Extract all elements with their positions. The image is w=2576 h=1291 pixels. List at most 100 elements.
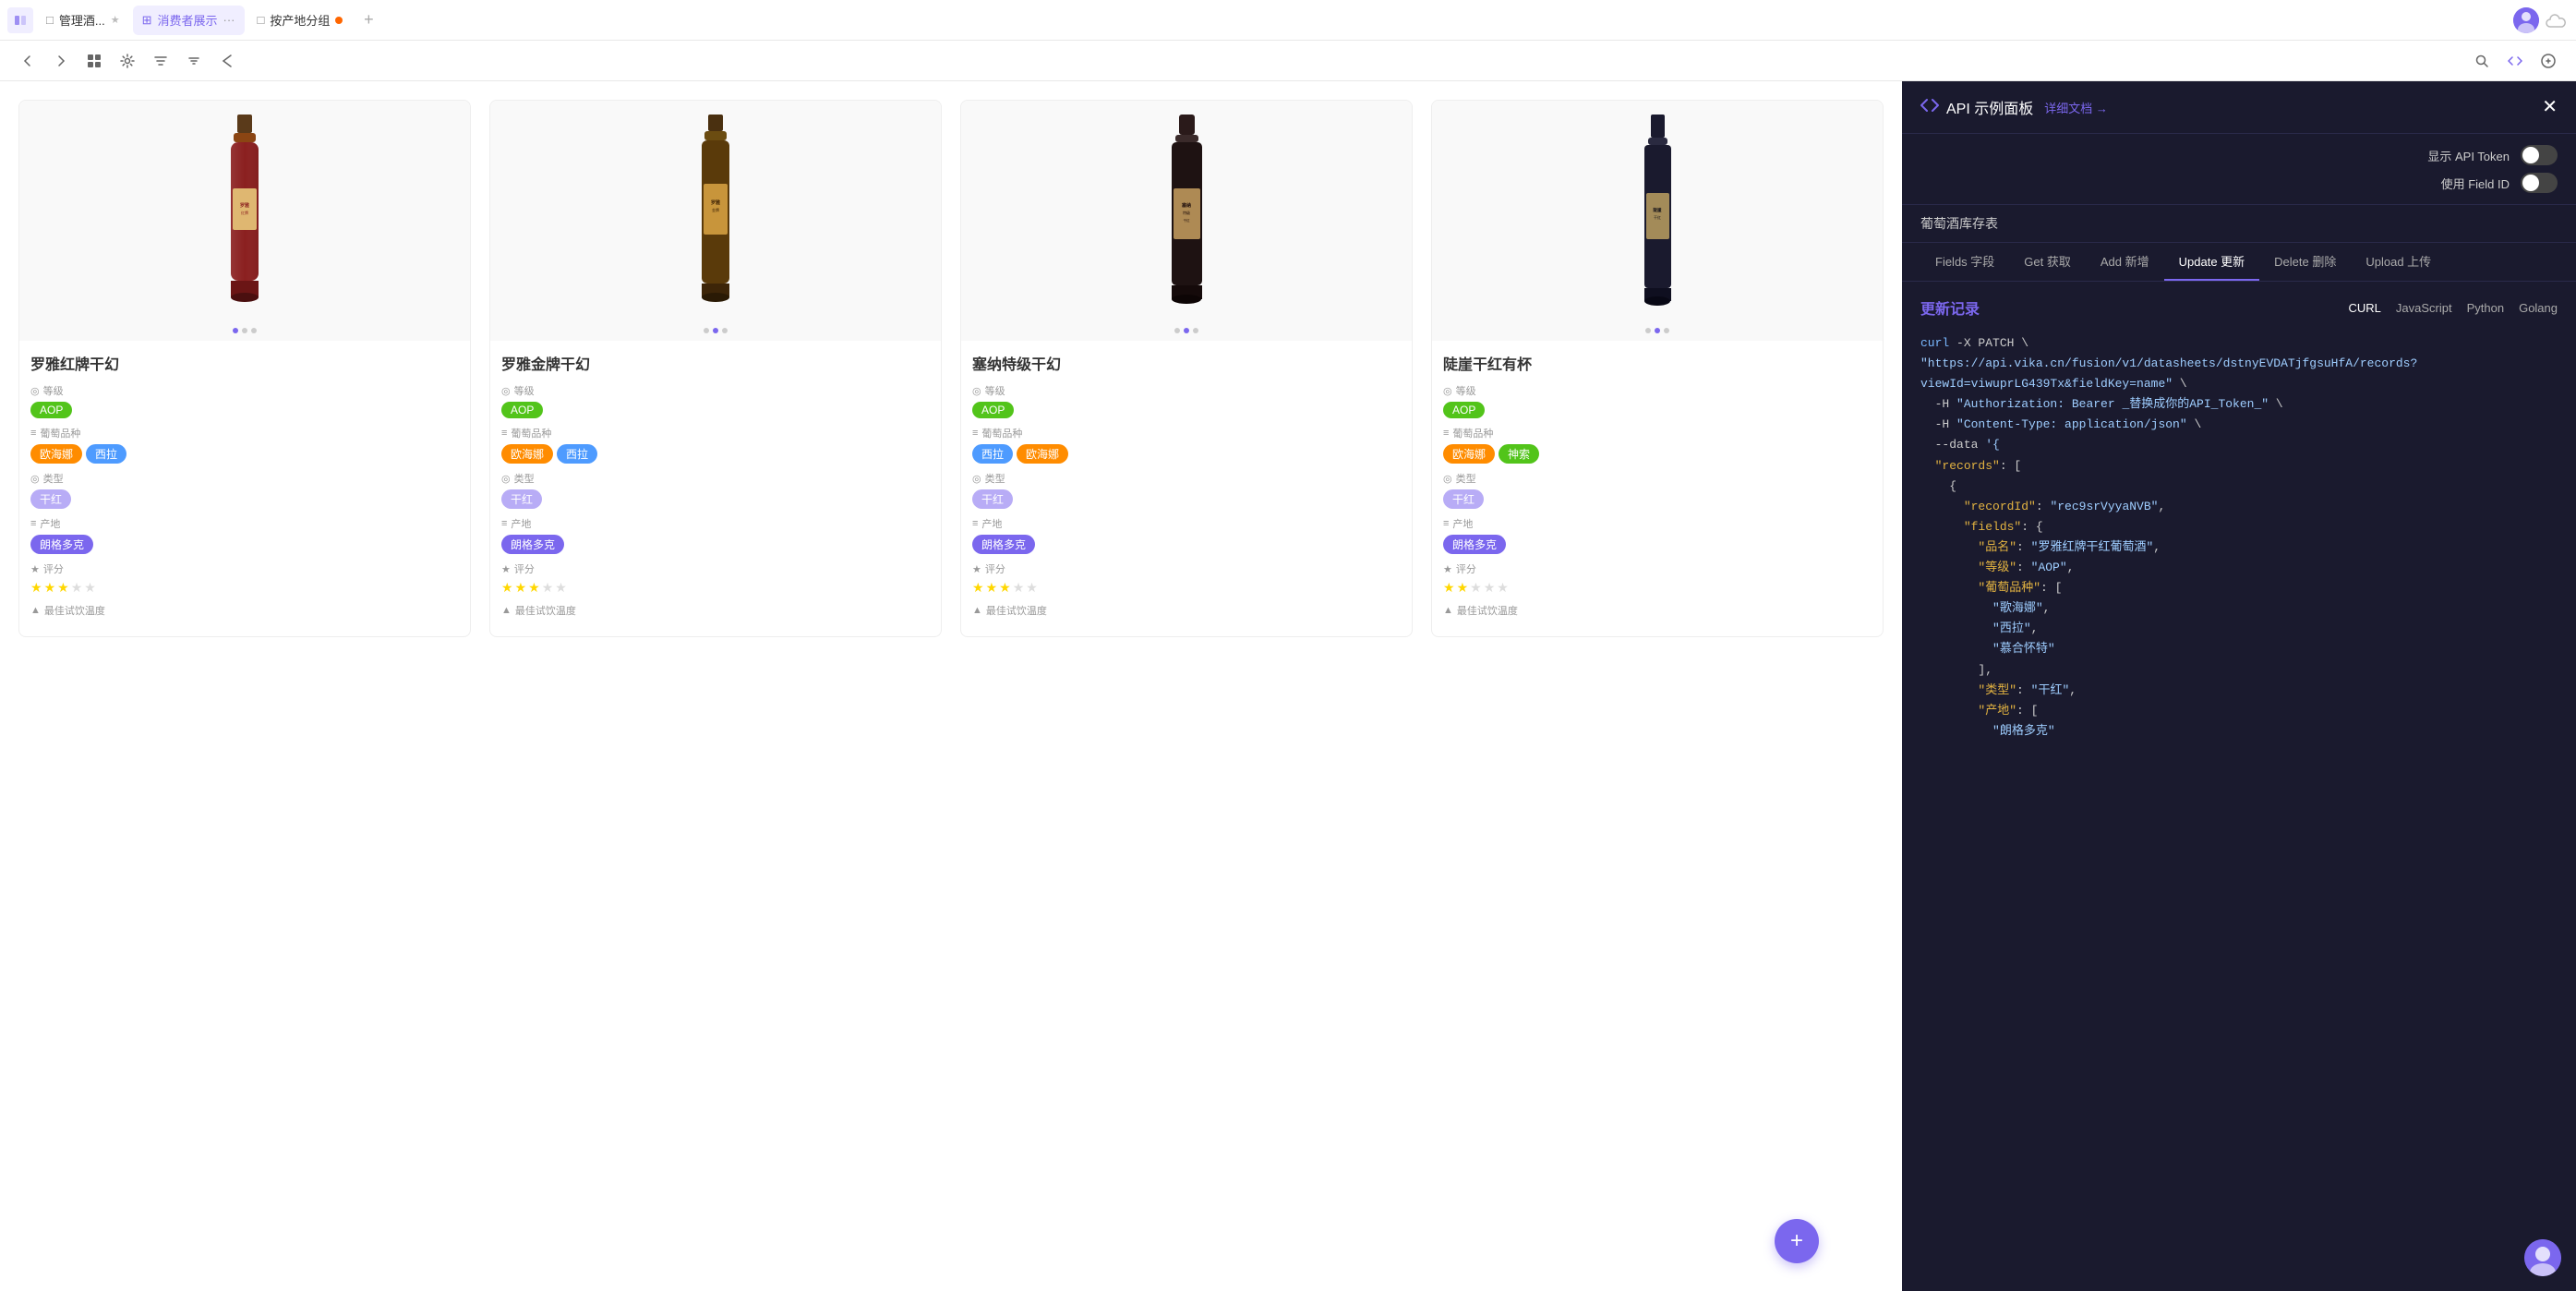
wine-rating-field-2: ★ 评分 ★★★★★: [501, 561, 930, 596]
api-token-toggle[interactable]: [2521, 145, 2558, 165]
wine-grape-field-4: ≡ 葡萄品种 欧海娜 神索: [1443, 426, 1872, 464]
wine-card-2[interactable]: 罗雅 金牌 罗雅金牌干幻 ◎: [489, 100, 942, 637]
star-icon: ★: [111, 14, 120, 26]
grid-icon: ⊞: [142, 13, 152, 28]
svg-text:罗雅: 罗雅: [240, 202, 249, 209]
wine-type-field-2: ◎ 类型 干红: [501, 471, 930, 509]
nav-tab-consumer[interactable]: ⊞ 消费者展示 ···: [133, 6, 245, 35]
region-tag-1: 朗格多克: [30, 535, 93, 554]
grape-icon-1: ≡: [30, 428, 36, 439]
svg-text:特级: 特级: [1183, 210, 1190, 215]
wine-grape-field-1: ≡ 葡萄品种 欧海娜 西拉: [30, 426, 459, 464]
code-content: curl -X PATCH \ "https://api.vika.cn/fus…: [1920, 333, 2558, 742]
type-icon-4: ◎: [1443, 473, 1452, 485]
search-button[interactable]: [2469, 48, 2495, 74]
region-tag-3: 朗格多克: [972, 535, 1035, 554]
lang-golang[interactable]: Golang: [2519, 301, 2558, 315]
region-tag-2: 朗格多克: [501, 535, 564, 554]
wine-rating-field-4: ★ 评分 ★★★★★: [1443, 561, 1872, 596]
grape-tag-5: 西拉: [972, 444, 1013, 464]
type-tag-1: 干红: [30, 489, 71, 509]
temp-icon-2: ▲: [501, 605, 512, 616]
api-tabs: Fields 字段 Get 获取 Add 新增 Update 更新 Delete…: [1902, 243, 2576, 282]
rating-icon-3: ★: [972, 563, 981, 575]
type-icon-2: ◎: [501, 473, 511, 485]
nav-tab-manage-label: 管理酒...: [59, 11, 105, 29]
temp-icon-1: ▲: [30, 605, 41, 616]
wine-info-3: 塞纳特级干幻 ◎ 等级 AOP ≡ 葡萄品种: [961, 341, 1412, 636]
nav-tab-more-icon[interactable]: ···: [223, 13, 235, 27]
grape-tag-6: 欧海娜: [1017, 444, 1068, 464]
back-button[interactable]: [15, 48, 41, 74]
grade-icon-3: ◎: [972, 385, 981, 397]
api-fieldid-row: 使用 Field ID: [1920, 173, 2558, 193]
more-button[interactable]: [2535, 48, 2561, 74]
api-panel-header: API 示例面板 详细文档 → ✕: [1902, 81, 2576, 134]
wine-grade-field-2: ◎ 等级 AOP: [501, 383, 930, 418]
rating-icon-1: ★: [30, 563, 40, 575]
rating-icon-4: ★: [1443, 563, 1452, 575]
wine-region-field-4: ≡ 产地 朗格多克: [1443, 516, 1872, 554]
api-tab-fields[interactable]: Fields 字段: [1920, 243, 2009, 281]
wine-card-4[interactable]: 陡崖 干红 陡崖干红有杯 ◎: [1431, 100, 1884, 637]
type-tag-2: 干红: [501, 489, 542, 509]
wine-card-3[interactable]: 塞纳 特级 干红 塞纳特级干幻: [960, 100, 1413, 637]
api-title-icon: [1920, 97, 1939, 118]
lang-javascript[interactable]: JavaScript: [2396, 301, 2452, 315]
stars-3: ★★★★★: [972, 580, 1401, 596]
wine-grape-field-3: ≡ 葡萄品种 西拉 欧海娜: [972, 426, 1401, 464]
share-button[interactable]: [214, 48, 240, 74]
api-token-row: 显示 API Token: [1920, 145, 2558, 165]
add-tab-button[interactable]: +: [355, 7, 381, 33]
wine-type-field-1: ◎ 类型 干红: [30, 471, 459, 509]
svg-text:陡崖: 陡崖: [1653, 207, 1661, 213]
grape-tag-2: 西拉: [86, 444, 126, 464]
table-icon-2: □: [258, 13, 265, 27]
api-close-button[interactable]: ✕: [2542, 98, 2558, 116]
top-nav: □ 管理酒... ★ ⊞ 消费者展示 ··· □ 按产地分组 +: [0, 0, 2576, 41]
svg-text:红牌: 红牌: [241, 210, 248, 215]
api-bottom-avatar: [2524, 1239, 2561, 1276]
api-fieldid-toggle[interactable]: [2521, 173, 2558, 193]
nav-tab-manage[interactable]: □ 管理酒... ★: [37, 6, 129, 35]
fab-add-button[interactable]: +: [1775, 1219, 1819, 1263]
wine-region-field-1: ≡ 产地 朗格多克: [30, 516, 459, 554]
api-title-text: API 示例面板: [1946, 96, 2033, 118]
filter-button[interactable]: [148, 48, 174, 74]
code-button[interactable]: [2502, 48, 2528, 74]
lang-curl[interactable]: CURL: [2348, 301, 2380, 315]
wine-grade-field-4: ◎ 等级 AOP: [1443, 383, 1872, 418]
api-tab-delete[interactable]: Delete 删除: [2259, 243, 2351, 281]
lang-python[interactable]: Python: [2467, 301, 2504, 315]
user-avatar[interactable]: [2513, 7, 2539, 33]
wine-image-3: 塞纳 特级 干红: [961, 101, 1412, 341]
svg-text:干红: 干红: [1654, 214, 1661, 220]
code-block: curl -X PATCH \ "https://api.vika.cn/fus…: [1920, 333, 2558, 742]
grid-view-button[interactable]: [81, 48, 107, 74]
region-icon-2: ≡: [501, 518, 507, 529]
api-lang-tabs: CURL JavaScript Python Golang: [2348, 301, 2558, 315]
forward-button[interactable]: [48, 48, 74, 74]
wine-rating-field-3: ★ 评分 ★★★★★: [972, 561, 1401, 596]
api-tab-upload[interactable]: Upload 上传: [2351, 243, 2446, 281]
wine-grape-field-2: ≡ 葡萄品种 欧海娜 西拉: [501, 426, 930, 464]
nav-collapse-button[interactable]: [7, 7, 33, 33]
stars-1: ★★★★★: [30, 580, 459, 596]
api-tab-get[interactable]: Get 获取: [2009, 243, 2086, 281]
type-icon-3: ◎: [972, 473, 981, 485]
toolbar: [0, 41, 2576, 81]
wine-image-1: 罗雅 红牌: [19, 101, 470, 341]
wine-temp-field-1: ▲ 最佳试饮温度: [30, 603, 459, 618]
api-settings: 显示 API Token 使用 Field ID: [1902, 134, 2576, 205]
wine-info-2: 罗雅金牌干幻 ◎ 等级 AOP ≡ 葡萄品种: [490, 341, 941, 636]
api-tab-update[interactable]: Update 更新: [2164, 243, 2260, 281]
grape-tag-8: 神索: [1499, 444, 1539, 464]
api-docs-link[interactable]: 详细文档 →: [2044, 99, 2108, 116]
sort-button[interactable]: [181, 48, 207, 74]
wine-card-1[interactable]: 罗雅 红牌: [18, 100, 471, 637]
nav-tab-region[interactable]: □ 按产地分组: [248, 6, 353, 35]
api-tab-add[interactable]: Add 新增: [2086, 243, 2164, 281]
settings-button[interactable]: [114, 48, 140, 74]
wine-image-2: 罗雅 金牌: [490, 101, 941, 341]
wine-temp-label-1: ▲ 最佳试饮温度: [30, 603, 459, 618]
